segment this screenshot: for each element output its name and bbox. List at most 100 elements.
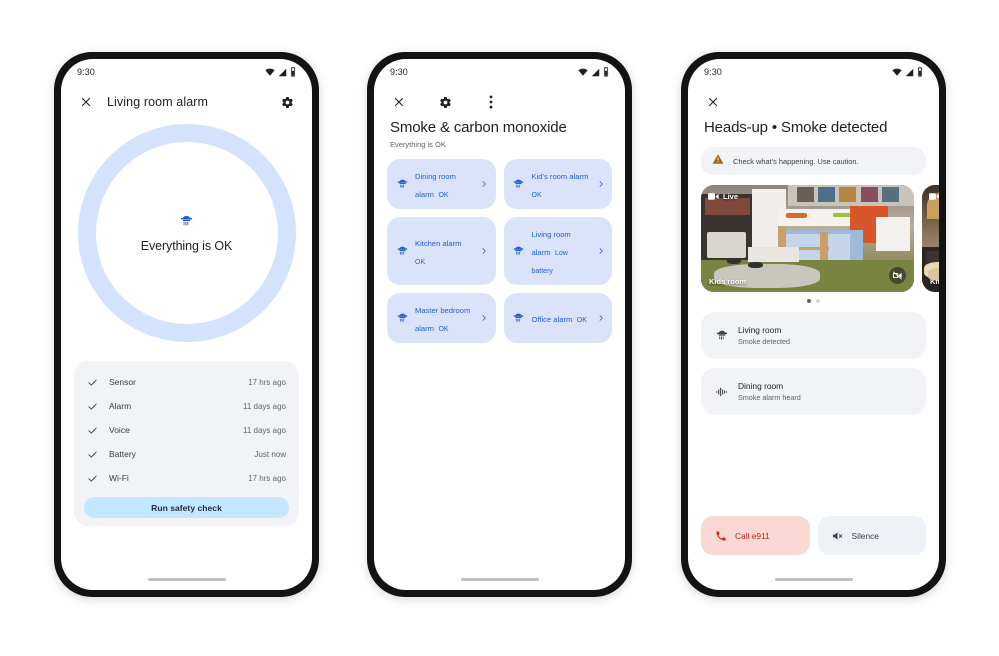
- carousel-page-dots[interactable]: [688, 299, 939, 303]
- ring-status-label: Everything is OK: [140, 238, 233, 253]
- check-icon: [87, 377, 100, 388]
- event-card-dining-room[interactable]: Dining room Smoke alarm heard: [701, 368, 926, 415]
- live-badge-2: [929, 192, 939, 201]
- status-clock: 9:30: [77, 67, 95, 77]
- status-bar: 9:30: [374, 59, 625, 85]
- smoke-detector-icon: [714, 329, 729, 343]
- app-top-bar-1: Living room alarm: [61, 85, 312, 119]
- alarm-tile-living-room[interactable]: Living room alarm Low battery: [503, 217, 612, 285]
- banner-text: Check what’s happening. Use caution.: [733, 156, 859, 166]
- status-clock: 9:30: [390, 67, 408, 77]
- status-ring: Everything is OK: [77, 124, 296, 342]
- camera-tile-kitchen[interactable]: Kitch: [922, 185, 939, 292]
- wifi-icon: [265, 68, 275, 76]
- battery-icon: [290, 67, 296, 77]
- table-row: Voice 11 days ago: [74, 418, 299, 442]
- chevron-right-icon: [596, 247, 605, 255]
- status-clock: 9:30: [704, 67, 722, 77]
- live-badge: Live: [708, 192, 738, 201]
- tile-state: OK: [438, 192, 449, 199]
- event-detail: Smoke alarm heard: [738, 392, 801, 402]
- gear-icon[interactable]: [276, 91, 298, 113]
- check-icon: [87, 449, 100, 460]
- status-bar: 9:30: [688, 59, 939, 85]
- signal-icon: [905, 68, 914, 76]
- check-name: Alarm: [109, 401, 132, 411]
- table-row: Sensor 17 hrs ago: [74, 370, 299, 394]
- chevron-right-icon: [480, 314, 489, 322]
- camera-carousel[interactable]: Live Kids room Ki: [688, 185, 939, 292]
- camera-tile-kids-room[interactable]: Live Kids room: [701, 185, 914, 292]
- smoke-detector-icon: [179, 214, 194, 234]
- tile-state: OK: [438, 326, 449, 333]
- safety-check-card: Sensor 17 hrs ago Alarm 11 days ago Voic…: [74, 361, 299, 526]
- alarm-tile-office[interactable]: Office alarm OK: [503, 293, 612, 343]
- check-time: 17 hrs ago: [248, 473, 286, 483]
- page-title: Smoke & carbon monoxide: [390, 119, 567, 136]
- run-safety-check-button[interactable]: Run safety check: [84, 497, 289, 518]
- alarm-tile-kitchen[interactable]: Kitchen alarm OK: [387, 217, 496, 285]
- live-label: Live: [723, 192, 739, 201]
- check-name: Sensor: [109, 377, 136, 387]
- silence-label: Silence: [851, 530, 879, 541]
- tile-state: OK: [531, 192, 542, 199]
- home-indicator[interactable]: [460, 578, 539, 581]
- chevron-right-icon: [596, 314, 605, 322]
- sound-wave-icon: [714, 385, 729, 399]
- tile-state: OK: [415, 259, 426, 266]
- smoke-detector-icon: [395, 178, 409, 191]
- warning-icon: [712, 152, 724, 170]
- call-e911-button[interactable]: Call e911: [701, 516, 810, 555]
- close-icon[interactable]: [75, 91, 97, 113]
- page-dot[interactable]: [816, 299, 820, 303]
- event-name: Dining room: [738, 380, 784, 391]
- alarm-tile-kids-room[interactable]: Kid’s room alarm OK: [503, 159, 612, 209]
- action-button-row: Call e911 Silence: [701, 516, 926, 555]
- check-time: Just now: [254, 449, 286, 459]
- smoke-detector-icon: [395, 312, 409, 325]
- close-icon[interactable]: [702, 91, 724, 113]
- camera-off-icon[interactable]: [889, 267, 906, 284]
- smoke-detector-icon: [512, 178, 526, 191]
- alarm-tile-dining-room[interactable]: Dining room alarm OK: [387, 159, 496, 209]
- page-title: Living room alarm: [107, 95, 209, 109]
- gear-icon[interactable]: [434, 91, 456, 113]
- phone-frame-1: 9:30 Living room alarm Everything is OK …: [54, 52, 319, 597]
- camera-label: Kids room: [709, 277, 747, 286]
- home-indicator[interactable]: [774, 578, 853, 581]
- chevron-right-icon: [480, 180, 489, 188]
- smoke-detector-icon: [512, 312, 526, 325]
- close-icon[interactable]: [388, 91, 410, 113]
- camera-frame-image: [922, 185, 939, 292]
- home-indicator[interactable]: [147, 578, 226, 581]
- screenshot-canvas: 9:30 Living room alarm Everything is OK …: [0, 0, 999, 656]
- page-dot-active[interactable]: [807, 299, 811, 303]
- more-vert-icon[interactable]: [480, 91, 502, 113]
- check-name: Wi-Fi: [109, 473, 129, 483]
- silence-button[interactable]: Silence: [817, 516, 926, 555]
- status-icons: [265, 67, 296, 77]
- smoke-detector-icon: [395, 245, 409, 258]
- signal-icon: [278, 68, 287, 76]
- check-icon: [87, 473, 100, 484]
- volume-off-icon: [831, 530, 844, 542]
- wifi-icon: [578, 68, 588, 76]
- event-detail: Smoke detected: [738, 336, 790, 346]
- check-time: 11 days ago: [243, 425, 286, 435]
- tile-name: Kitchen alarm: [415, 239, 462, 248]
- tile-name: Kid’s room alarm: [531, 172, 589, 181]
- phone-screen-1: 9:30 Living room alarm Everything is OK …: [61, 59, 312, 590]
- check-time: 11 days ago: [243, 401, 286, 411]
- event-card-living-room[interactable]: Living room Smoke detected: [701, 312, 926, 359]
- check-icon: [87, 401, 100, 412]
- call-e911-label: Call e911: [735, 530, 770, 541]
- phone-screen-3: 9:30 Heads-up • Smoke detected Check wha…: [688, 59, 939, 590]
- smoke-detector-icon: [512, 245, 526, 258]
- tile-name: Dining room alarm: [415, 172, 456, 199]
- video-camera-icon: [929, 193, 939, 200]
- camera-label: Kitch: [930, 277, 939, 286]
- status-bar: 9:30: [61, 59, 312, 85]
- alarm-tile-master-bedroom[interactable]: Master bedroom alarm OK: [387, 293, 496, 343]
- battery-icon: [917, 67, 923, 77]
- status-icons: [892, 67, 923, 77]
